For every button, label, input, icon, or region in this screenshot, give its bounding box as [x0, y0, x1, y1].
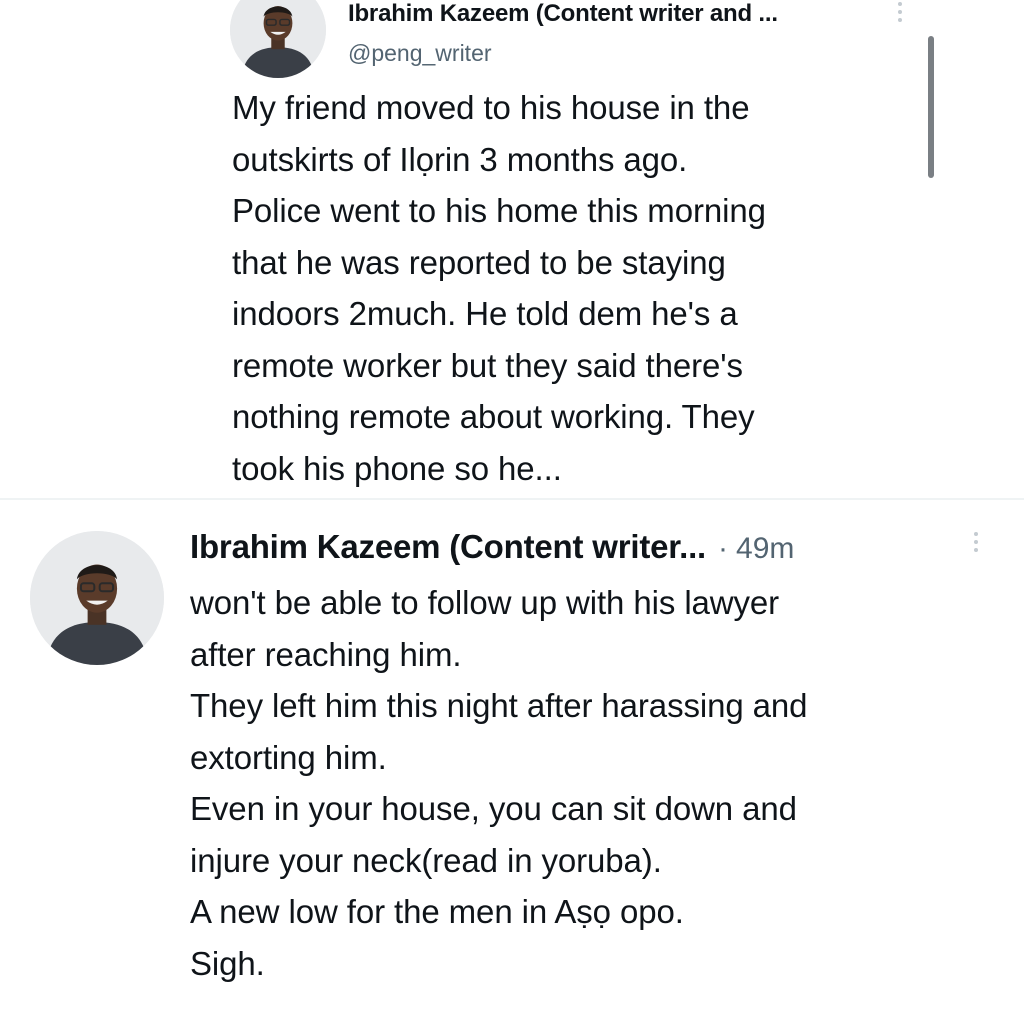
dot: [974, 532, 978, 536]
dot: [974, 548, 978, 552]
author-handle[interactable]: @peng_writer: [348, 40, 492, 67]
tweet-text: My friend moved to his house in the outs…: [232, 89, 766, 487]
author-name[interactable]: Ibrahim Kazeem (Content writer...: [190, 528, 706, 566]
tweet-text-line: They left him this night after harassing…: [190, 687, 808, 724]
dot: [898, 2, 902, 6]
tweet-text-line: injure your neck(read in yoruba).: [190, 841, 662, 879]
dot: [974, 540, 978, 544]
tweet-text-line: Sigh.: [190, 944, 265, 982]
dot: [898, 18, 902, 22]
tweet-text: won't be able to follow up with his lawy…: [190, 577, 1010, 989]
tweet-original[interactable]: Ibrahim Kazeem (Content writer and ... @…: [0, 0, 1024, 500]
tweet-text-line: extorting him.: [190, 738, 387, 776]
timestamp[interactable]: 49m: [736, 532, 794, 566]
vertical-ellipsis-icon[interactable]: [895, 2, 905, 22]
vertical-ellipsis-icon[interactable]: [971, 532, 981, 552]
author-name[interactable]: Ibrahim Kazeem (Content writer and ...: [348, 0, 778, 28]
avatar-photo-icon: [230, 0, 326, 78]
avatar[interactable]: [230, 0, 326, 78]
scrollbar-thumb[interactable]: [928, 36, 934, 178]
tweet-text-line: A new low for the men in Aṣọ opo.: [190, 893, 684, 930]
tweet-thread-screenshot: Ibrahim Kazeem (Content writer and ... @…: [0, 0, 1024, 1012]
tweet-header: Ibrahim Kazeem (Content writer... · 49m: [190, 528, 794, 566]
tweet-reply[interactable]: Ibrahim Kazeem (Content writer... · 49m …: [0, 500, 1024, 1012]
tweet-text-line: after reaching him.: [190, 635, 462, 673]
dot: [898, 10, 902, 14]
avatar[interactable]: [30, 531, 164, 665]
tweet-text-line: won't be able to follow up with his lawy…: [190, 584, 780, 621]
separator-dot: ·: [718, 532, 729, 565]
avatar-photo-icon: [30, 531, 164, 665]
tweet-text-line: Even in your house, you can sit down and: [190, 790, 797, 827]
